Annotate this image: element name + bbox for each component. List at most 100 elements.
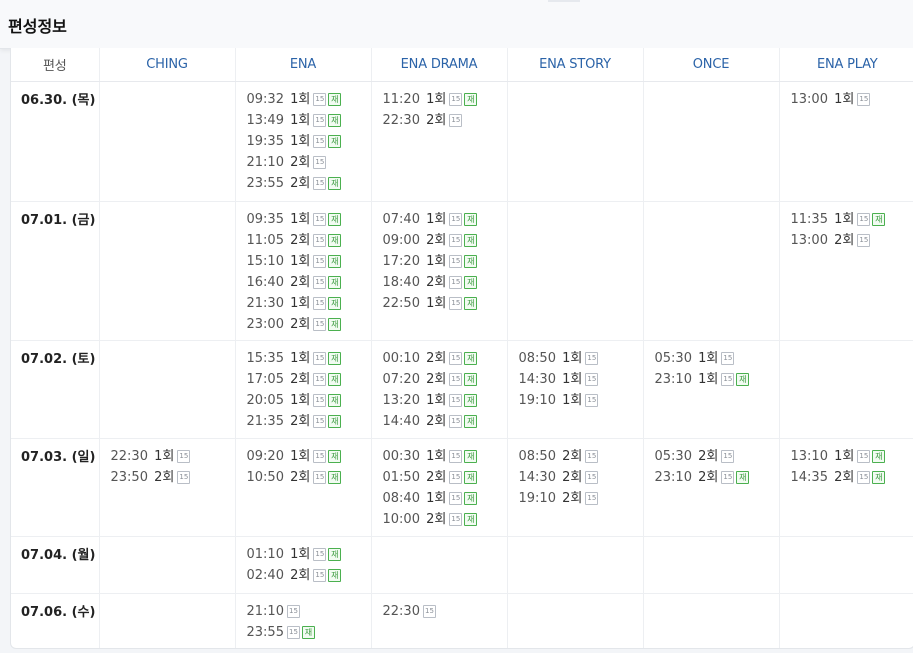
broadcast-slot[interactable]: 11:35 1회 15 재 [791,209,913,230]
broadcast-slot[interactable]: 13:00 1회 15 [791,89,913,110]
broadcast-slot[interactable]: 23:55 15 재 [247,622,371,643]
broadcast-slot[interactable]: 05:30 2회 15 [655,446,779,467]
episode-number: 1회 [290,351,311,366]
broadcast-slot[interactable]: 11:20 1회 15 재 [383,89,507,110]
schedule-cell [99,340,236,439]
broadcast-slot[interactable]: 05:30 1회 15 [655,348,779,369]
broadcast-slot[interactable]: 23:10 2회 15 재 [655,467,779,488]
broadcast-slot[interactable]: 17:05 2회 15 재 [247,369,371,390]
airtime: 20:05 [246,393,284,408]
schedule-table-container: 편성 CHING ENA ENA DRAMA ENA STORY ONCE ENA PLAY… [10,48,913,649]
broadcast-slot[interactable]: 21:35 2회 15 재 [247,411,371,432]
column-header-channel[interactable]: ENA [235,48,372,82]
airtime: 13:49 [246,113,284,128]
broadcast-slot[interactable]: 07:20 2회 15 재 [383,369,507,390]
broadcast-slot[interactable]: 10:00 2회 15 재 [383,509,507,530]
airtime: 19:10 [518,393,556,408]
column-header-channel[interactable]: ENA STORY [507,48,644,82]
broadcast-slot[interactable]: 14:30 1회 15 [519,369,643,390]
broadcast-slot[interactable]: 10:50 2회 15 재 [247,467,371,488]
episode-number: 1회 [426,296,447,311]
broadcast-slot[interactable]: 22:30 1회 15 [111,446,235,467]
age-rating-15-icon: 15 [449,352,463,365]
column-header-channel[interactable]: ENA PLAY [779,48,913,82]
broadcast-slot[interactable]: 09:32 1회 15 재 [247,89,371,110]
rerun-badge-icon: 재 [464,255,478,268]
rerun-badge-icon: 재 [328,93,342,106]
broadcast-slot[interactable]: 16:40 2회 15 재 [247,272,371,293]
broadcast-slot[interactable]: 01:50 2회 15 재 [383,467,507,488]
airtime: 11:05 [246,233,284,248]
row-date: 07.06. (수) [11,593,100,648]
age-rating-15-icon: 15 [721,352,735,365]
airtime: 14:30 [518,470,556,485]
broadcast-slot[interactable]: 08:50 1회 15 [519,348,643,369]
broadcast-slot[interactable]: 23:55 2회 15 재 [247,173,371,194]
broadcast-slot[interactable]: 20:05 1회 15 재 [247,390,371,411]
broadcast-slot[interactable]: 15:35 1회 15 재 [247,348,371,369]
broadcast-slot[interactable]: 14:35 2회 15 재 [791,467,913,488]
airtime: 00:30 [382,449,420,464]
broadcast-slot[interactable]: 09:35 1회 15 재 [247,209,371,230]
episode-number: 2회 [290,568,311,583]
age-rating-15-icon: 15 [449,471,463,484]
broadcast-slot[interactable]: 19:10 1회 15 [519,390,643,411]
broadcast-slot[interactable]: 17:20 1회 15 재 [383,251,507,272]
broadcast-slot[interactable]: 09:00 2회 15 재 [383,230,507,251]
column-header-channel[interactable]: ENA DRAMA [371,48,508,82]
broadcast-slot[interactable]: 19:35 1회 15 재 [247,131,371,152]
broadcast-slot[interactable]: 14:40 2회 15 재 [383,411,507,432]
episode-number: 1회 [562,393,583,408]
broadcast-slot[interactable]: 13:49 1회 15 재 [247,110,371,131]
age-rating-15-icon: 15 [313,415,327,428]
airtime: 14:35 [790,470,828,485]
rerun-badge-icon: 재 [736,373,750,386]
rerun-badge-icon: 재 [328,415,342,428]
broadcast-slot[interactable]: 21:10 15 [247,601,371,622]
broadcast-slot[interactable]: 13:00 2회 15 [791,230,913,251]
broadcast-slot[interactable]: 01:10 1회 15 재 [247,544,371,565]
broadcast-slot[interactable]: 22:30 2회 15 [383,110,507,131]
broadcast-slot[interactable]: 09:20 1회 15 재 [247,446,371,467]
airtime: 23:10 [654,372,692,387]
broadcast-slot[interactable]: 15:10 1회 15 재 [247,251,371,272]
episode-number: 2회 [290,372,311,387]
broadcast-slot[interactable]: 00:30 1회 15 재 [383,446,507,467]
broadcast-slot[interactable]: 11:05 2회 15 재 [247,230,371,251]
broadcast-slot[interactable]: 23:10 1회 15 재 [655,369,779,390]
broadcast-slot[interactable]: 02:40 2회 15 재 [247,565,371,586]
episode-number: 2회 [290,275,311,290]
row-date: 07.04. (월) [11,536,100,594]
broadcast-slot[interactable]: 21:30 1회 15 재 [247,293,371,314]
broadcast-slot[interactable]: 07:40 1회 15 재 [383,209,507,230]
broadcast-slot[interactable]: 23:00 2회 15 재 [247,314,371,335]
broadcast-slot[interactable]: 18:40 2회 15 재 [383,272,507,293]
airtime: 22:50 [382,296,420,311]
broadcast-slot[interactable]: 23:50 2회 15 [111,467,235,488]
broadcast-slot[interactable]: 08:40 1회 15 재 [383,488,507,509]
broadcast-slot[interactable]: 22:50 1회 15 재 [383,293,507,314]
broadcast-slot[interactable]: 19:10 2회 15 [519,488,643,509]
rerun-badge-icon: 재 [464,373,478,386]
column-header-channel[interactable]: CHING [99,48,236,82]
episode-number: 2회 [290,233,311,248]
broadcast-slot[interactable]: 22:30 15 [383,601,507,622]
broadcast-slot[interactable]: 14:30 2회 15 [519,467,643,488]
episode-number: 2회 [290,414,311,429]
schedule-cell [99,536,236,594]
episode-number: 2회 [290,317,311,332]
column-header-channel[interactable]: ONCE [643,48,780,82]
age-rating-15-icon: 15 [721,471,735,484]
broadcast-slot[interactable]: 13:20 1회 15 재 [383,390,507,411]
broadcast-slot[interactable]: 13:10 1회 15 재 [791,446,913,467]
airtime: 02:40 [246,568,284,583]
airtime: 13:20 [382,393,420,408]
broadcast-slot[interactable]: 21:10 2회 15 [247,152,371,173]
broadcast-slot[interactable]: 08:50 2회 15 [519,446,643,467]
age-rating-15-icon: 15 [177,450,191,463]
age-rating-15-icon: 15 [449,255,463,268]
airtime: 22:30 [110,449,148,464]
broadcast-slot[interactable]: 00:10 2회 15 재 [383,348,507,369]
airtime: 05:30 [654,449,692,464]
episode-number: 2회 [834,233,855,248]
